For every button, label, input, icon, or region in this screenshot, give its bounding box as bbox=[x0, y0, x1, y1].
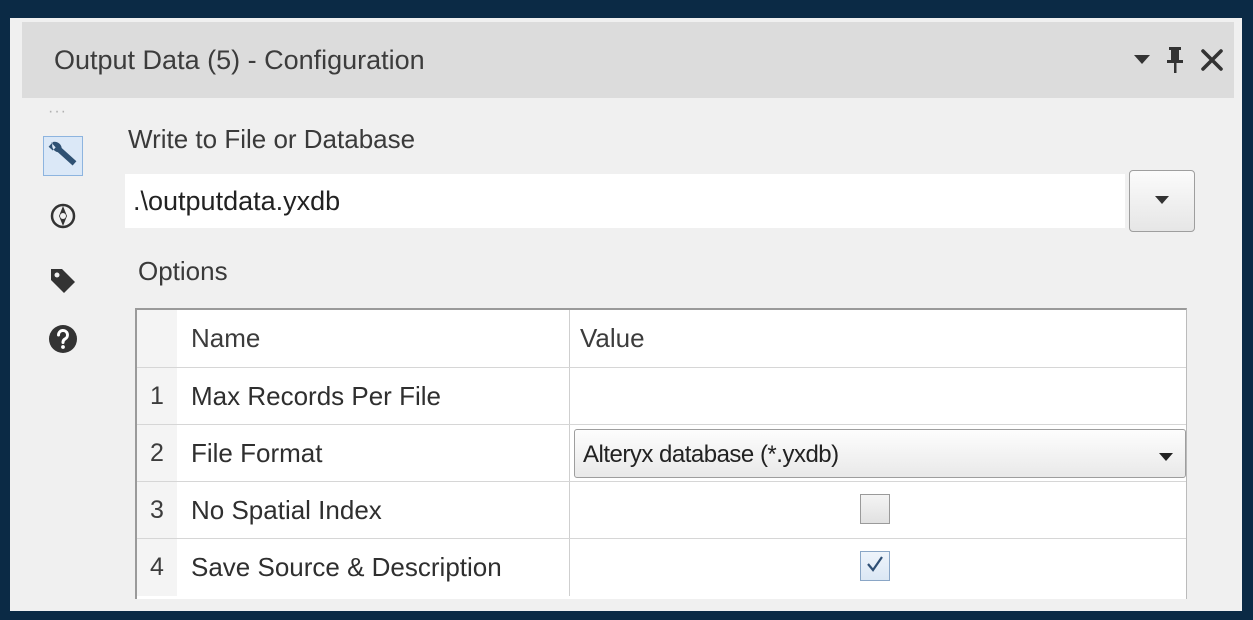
options-grid: Name Value 1 Max Records Per File 2 File… bbox=[135, 308, 1187, 599]
write-to-label: Write to File or Database bbox=[128, 124, 416, 154]
row-number: 1 bbox=[137, 368, 177, 425]
option-name: Max Records Per File bbox=[177, 368, 570, 425]
options-label: Options bbox=[138, 256, 228, 286]
compass-icon bbox=[48, 201, 78, 236]
tag-icon bbox=[48, 266, 78, 301]
row-number: 4 bbox=[137, 539, 177, 596]
close-icon[interactable] bbox=[1200, 48, 1224, 72]
value-column-header[interactable]: Value bbox=[570, 310, 1186, 367]
table-row[interactable]: 1 Max Records Per File bbox=[137, 367, 1186, 425]
grid-header-row: Name Value bbox=[137, 310, 1186, 367]
help-icon bbox=[47, 323, 79, 360]
sidebar-item-help[interactable] bbox=[43, 321, 83, 361]
no-spatial-index-checkbox[interactable] bbox=[860, 494, 890, 524]
file-format-cell: Alteryx database (*.yxdb) bbox=[570, 425, 1186, 482]
max-records-value[interactable] bbox=[570, 368, 1186, 425]
dropdown-arrow-icon[interactable] bbox=[1134, 55, 1150, 65]
sidebar-item-configuration[interactable] bbox=[43, 136, 83, 176]
window-title: Output Data (5) - Configuration bbox=[54, 45, 425, 75]
sidebar-item-annotation[interactable] bbox=[43, 263, 83, 303]
row-number: 3 bbox=[137, 482, 177, 539]
file-format-select[interactable]: Alteryx database (*.yxdb) bbox=[574, 429, 1186, 478]
checkmark-icon bbox=[865, 554, 885, 579]
name-column-header[interactable]: Name bbox=[177, 310, 570, 367]
title-bar: Output Data (5) - Configuration bbox=[22, 22, 1234, 98]
file-format-value: Alteryx database (*.yxdb) bbox=[583, 441, 839, 468]
title-bar-controls bbox=[1134, 36, 1224, 84]
option-name: File Format bbox=[177, 425, 570, 482]
table-row[interactable]: 4 Save Source & Description bbox=[137, 538, 1186, 596]
chevron-down-icon bbox=[1155, 192, 1169, 210]
wrench-icon bbox=[47, 138, 79, 175]
row-number-header bbox=[137, 310, 177, 367]
save-source-cell bbox=[570, 539, 1186, 596]
sidebar-grip: ··· bbox=[48, 103, 67, 120]
option-name: Save Source & Description bbox=[177, 539, 570, 596]
sidebar-item-layout[interactable] bbox=[43, 198, 83, 238]
no-spatial-index-cell bbox=[570, 482, 1186, 539]
row-number: 2 bbox=[137, 425, 177, 482]
output-path-dropdown-button[interactable] bbox=[1129, 170, 1195, 232]
table-row[interactable]: 3 No Spatial Index bbox=[137, 481, 1186, 539]
output-path-input[interactable] bbox=[125, 174, 1125, 228]
chevron-down-icon bbox=[1159, 449, 1173, 467]
pin-icon[interactable] bbox=[1166, 46, 1184, 74]
option-name: No Spatial Index bbox=[177, 482, 570, 539]
save-source-checkbox[interactable] bbox=[860, 551, 890, 581]
table-row[interactable]: 2 File Format Alteryx database (*.yxdb) bbox=[137, 424, 1186, 482]
